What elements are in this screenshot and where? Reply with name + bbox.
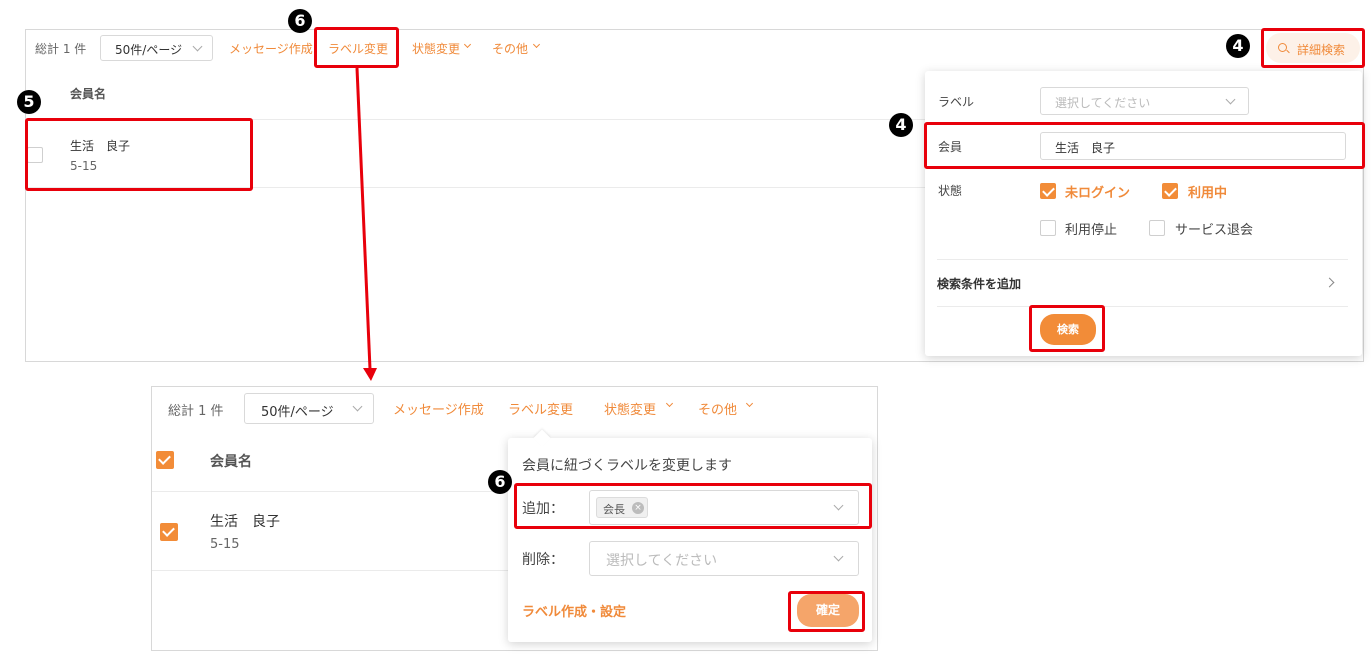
step-badge-4: 4 xyxy=(1226,34,1250,58)
message-create-link[interactable]: メッセージ作成 xyxy=(393,399,484,418)
divider xyxy=(152,491,508,492)
add-condition-row[interactable]: 検索条件を追加 xyxy=(937,267,1348,297)
status-change-dropdown[interactable]: 状態変更 xyxy=(412,40,460,57)
other-dropdown[interactable]: その他 xyxy=(492,40,528,57)
label-create-settings-link[interactable]: ラベル作成・設定 xyxy=(522,601,626,620)
status-field-label: 状態 xyxy=(938,184,963,198)
highlight-confirm-button xyxy=(788,591,865,632)
status-checkbox-withdrawn[interactable] xyxy=(1149,220,1165,236)
chevron-down-icon xyxy=(532,40,541,49)
highlight-member-row xyxy=(25,118,253,191)
status-change-dropdown[interactable]: 状態変更 xyxy=(604,399,656,418)
total-count: 総計 1 件 xyxy=(168,404,224,419)
label-field-label: ラベル xyxy=(938,95,975,109)
divider xyxy=(937,259,1348,260)
highlight-detail-search xyxy=(1261,28,1365,68)
total-count: 総計 1 件 xyxy=(35,42,87,56)
column-header-member-name: 会員名 xyxy=(70,87,107,101)
step-badge-6: 6 xyxy=(488,470,512,494)
status-option-label: 利用停止 xyxy=(1065,223,1118,238)
select-all-checkbox[interactable] xyxy=(156,451,174,469)
per-page-value: 50件/ページ xyxy=(115,43,183,57)
chevron-down-icon xyxy=(352,401,363,412)
step-badge-6: 6 xyxy=(288,9,312,33)
message-create-link[interactable]: メッセージ作成 xyxy=(229,40,313,57)
status-checkbox-in-use[interactable] xyxy=(1162,183,1178,199)
remove-label-caption: 削除： xyxy=(522,552,564,568)
chevron-down-icon xyxy=(833,551,844,562)
status-option-label: 利用中 xyxy=(1188,186,1228,201)
connector-arrow-head xyxy=(363,368,377,381)
label-select[interactable]: 選択してください xyxy=(1040,87,1249,115)
detail-search-popover: ラベル 選択してください 会員 生活 良子 状態 未ログイン 利用中 利用停止 … xyxy=(925,71,1362,356)
member-name: 生活 良子 xyxy=(210,514,280,530)
add-condition-label: 検索条件を追加 xyxy=(937,277,1022,291)
highlight-search-button xyxy=(1029,305,1105,352)
chevron-down-icon xyxy=(1225,94,1236,105)
step-badge-4: 4 xyxy=(889,113,913,137)
label-change-link[interactable]: ラベル変更 xyxy=(508,399,573,418)
remove-label-placeholder: 選択してください xyxy=(606,553,718,569)
chevron-down-icon xyxy=(463,40,472,49)
status-checkbox-not-logged-in[interactable] xyxy=(1040,183,1056,199)
step-badge-5: 5 xyxy=(17,90,41,114)
member-id: 5-15 xyxy=(210,537,240,552)
divider xyxy=(937,306,1348,307)
row-checkbox[interactable] xyxy=(160,523,178,541)
label-placeholder: 選択してください xyxy=(1055,96,1151,110)
status-checkbox-suspended[interactable] xyxy=(1040,220,1056,236)
chevron-down-icon xyxy=(192,41,203,52)
popover-title: 会員に紐づくラベルを変更します xyxy=(522,458,732,474)
status-option-label: 未ログイン xyxy=(1065,186,1131,201)
per-page-select[interactable]: 50件/ページ xyxy=(100,35,213,61)
chevron-right-icon xyxy=(1324,277,1335,288)
divider xyxy=(152,570,508,571)
per-page-value: 50件/ページ xyxy=(261,405,334,420)
remove-label-select[interactable]: 選択してください xyxy=(589,541,859,576)
other-dropdown[interactable]: その他 xyxy=(698,399,737,418)
highlight-member-field xyxy=(924,122,1365,169)
status-option-label: サービス退会 xyxy=(1175,223,1254,238)
highlight-add-label xyxy=(514,483,872,529)
chevron-down-icon xyxy=(665,399,674,408)
column-header-member-name: 会員名 xyxy=(210,454,252,470)
highlight-label-change-top xyxy=(314,27,399,68)
per-page-select[interactable]: 50件/ページ xyxy=(244,393,374,424)
chevron-down-icon xyxy=(745,399,754,408)
